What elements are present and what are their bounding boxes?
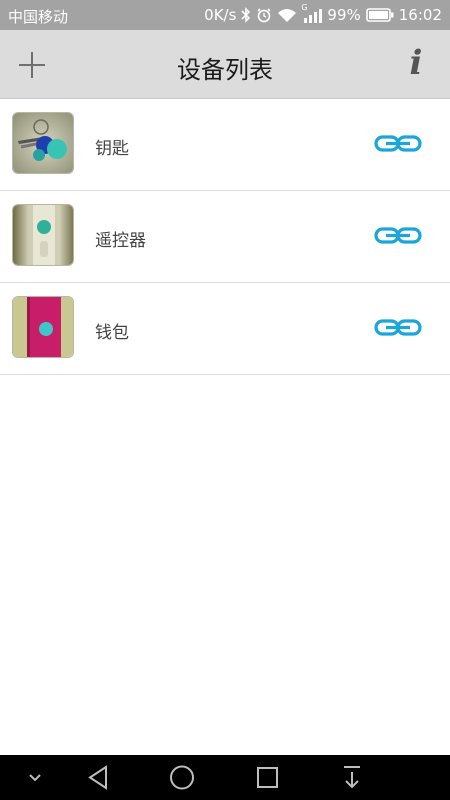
list-item[interactable]: 钥匙	[0, 99, 450, 191]
battery-percent: 99%	[327, 6, 361, 24]
list-item[interactable]: 钱包	[0, 283, 450, 375]
notification-pull-icon	[344, 766, 360, 789]
link-icon	[374, 135, 422, 152]
bluetooth-icon	[241, 7, 251, 23]
status-icons: 0K/s G 99% 16:02	[204, 3, 442, 25]
wallet-photo	[12, 296, 74, 358]
chevron-down-icon	[29, 774, 41, 782]
add-device-button[interactable]	[16, 49, 48, 81]
nav-home-button[interactable]	[167, 755, 197, 800]
nav-recents-button[interactable]	[252, 755, 282, 800]
home-icon	[170, 765, 194, 790]
recents-icon	[257, 767, 278, 788]
nav-back-button[interactable]	[83, 755, 113, 800]
device-label: 遥控器	[95, 231, 146, 251]
device-list: 钥匙 遥控器 钱包	[0, 99, 450, 375]
device-label: 钱包	[95, 323, 129, 343]
status-bar: 中国移动 0K/s G 99% 16:02	[0, 0, 450, 30]
list-item[interactable]: 遥控器	[0, 191, 450, 283]
page-title: 设备列表	[177, 56, 273, 84]
cellular-signal-icon: G	[301, 3, 323, 23]
link-button[interactable]	[374, 317, 422, 339]
net-speed: 0K/s	[204, 6, 237, 24]
signal-type-label: G	[301, 2, 308, 12]
clock-time: 16:02	[398, 6, 442, 24]
app-header: 设备列表 i	[0, 30, 450, 99]
system-nav-bar	[0, 755, 450, 800]
plus-icon	[19, 52, 45, 78]
back-icon	[88, 765, 107, 790]
carrier-name: 中国移动	[8, 8, 69, 26]
link-icon	[374, 227, 422, 244]
nav-collapse-button[interactable]	[24, 755, 46, 800]
nav-notification-button[interactable]	[337, 755, 367, 800]
device-label: 钥匙	[95, 139, 129, 159]
alarm-icon	[256, 7, 272, 23]
keys-photo	[12, 112, 74, 174]
link-icon	[374, 319, 422, 336]
link-button[interactable]	[374, 133, 422, 155]
wifi-icon	[277, 8, 297, 23]
info-button[interactable]: i	[404, 43, 428, 83]
link-button[interactable]	[374, 225, 422, 247]
remote-photo	[12, 204, 74, 266]
battery-icon	[365, 8, 394, 22]
